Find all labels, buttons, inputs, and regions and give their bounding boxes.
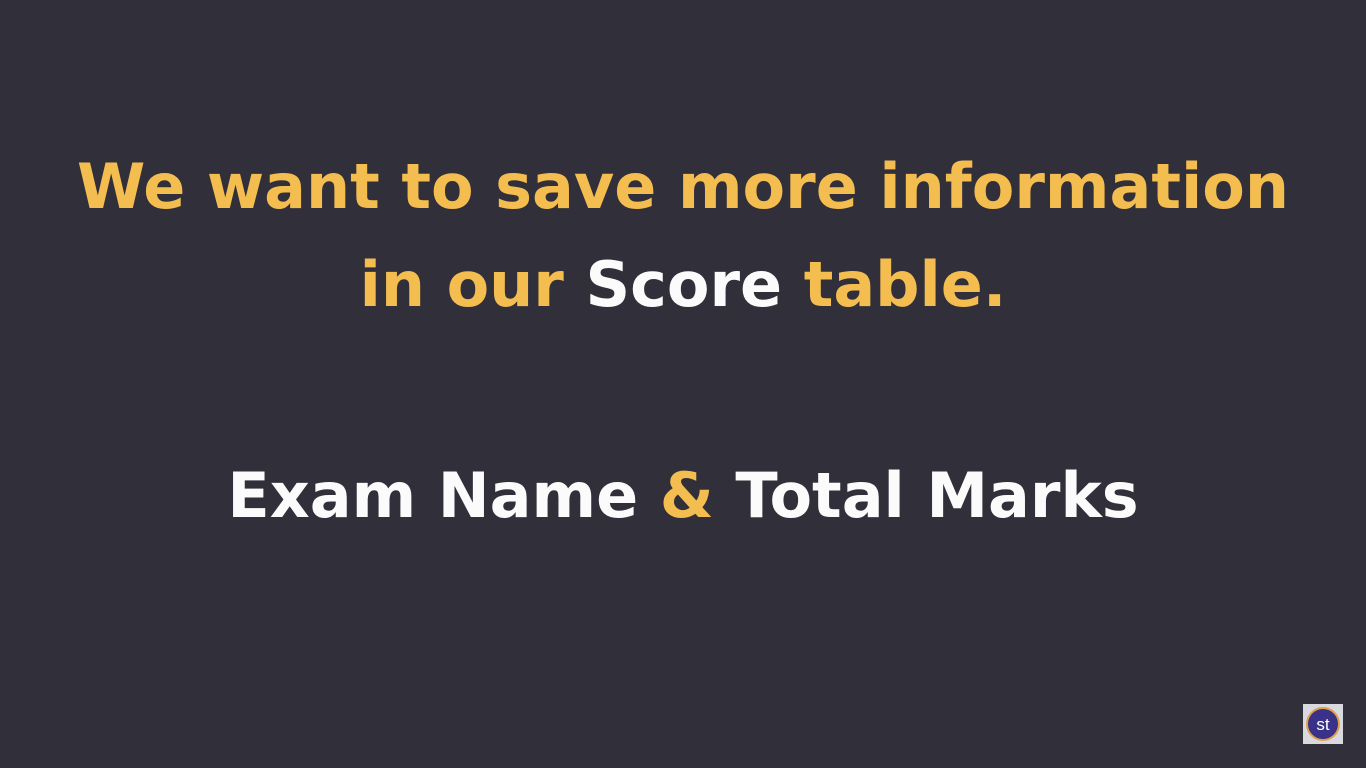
- headline-line-2-prefix: in our: [359, 248, 586, 321]
- slide: We want to save more information in our …: [0, 0, 1366, 768]
- channel-logo-text: st: [1316, 714, 1330, 734]
- channel-logo-icon: st: [1303, 704, 1343, 744]
- subline-ampersand: &: [659, 459, 714, 532]
- subline-total-marks: Total Marks: [713, 459, 1139, 532]
- subline: Exam Name & Total Marks: [0, 456, 1366, 536]
- headline-highlight-score: Score: [585, 248, 783, 321]
- channel-logo-circle: st: [1306, 707, 1340, 741]
- headline-line-1: We want to save more information: [77, 150, 1289, 223]
- headline-line-2-suffix: table.: [782, 248, 1007, 321]
- headline: We want to save more information in our …: [0, 138, 1366, 334]
- subline-exam-name: Exam Name: [227, 459, 660, 532]
